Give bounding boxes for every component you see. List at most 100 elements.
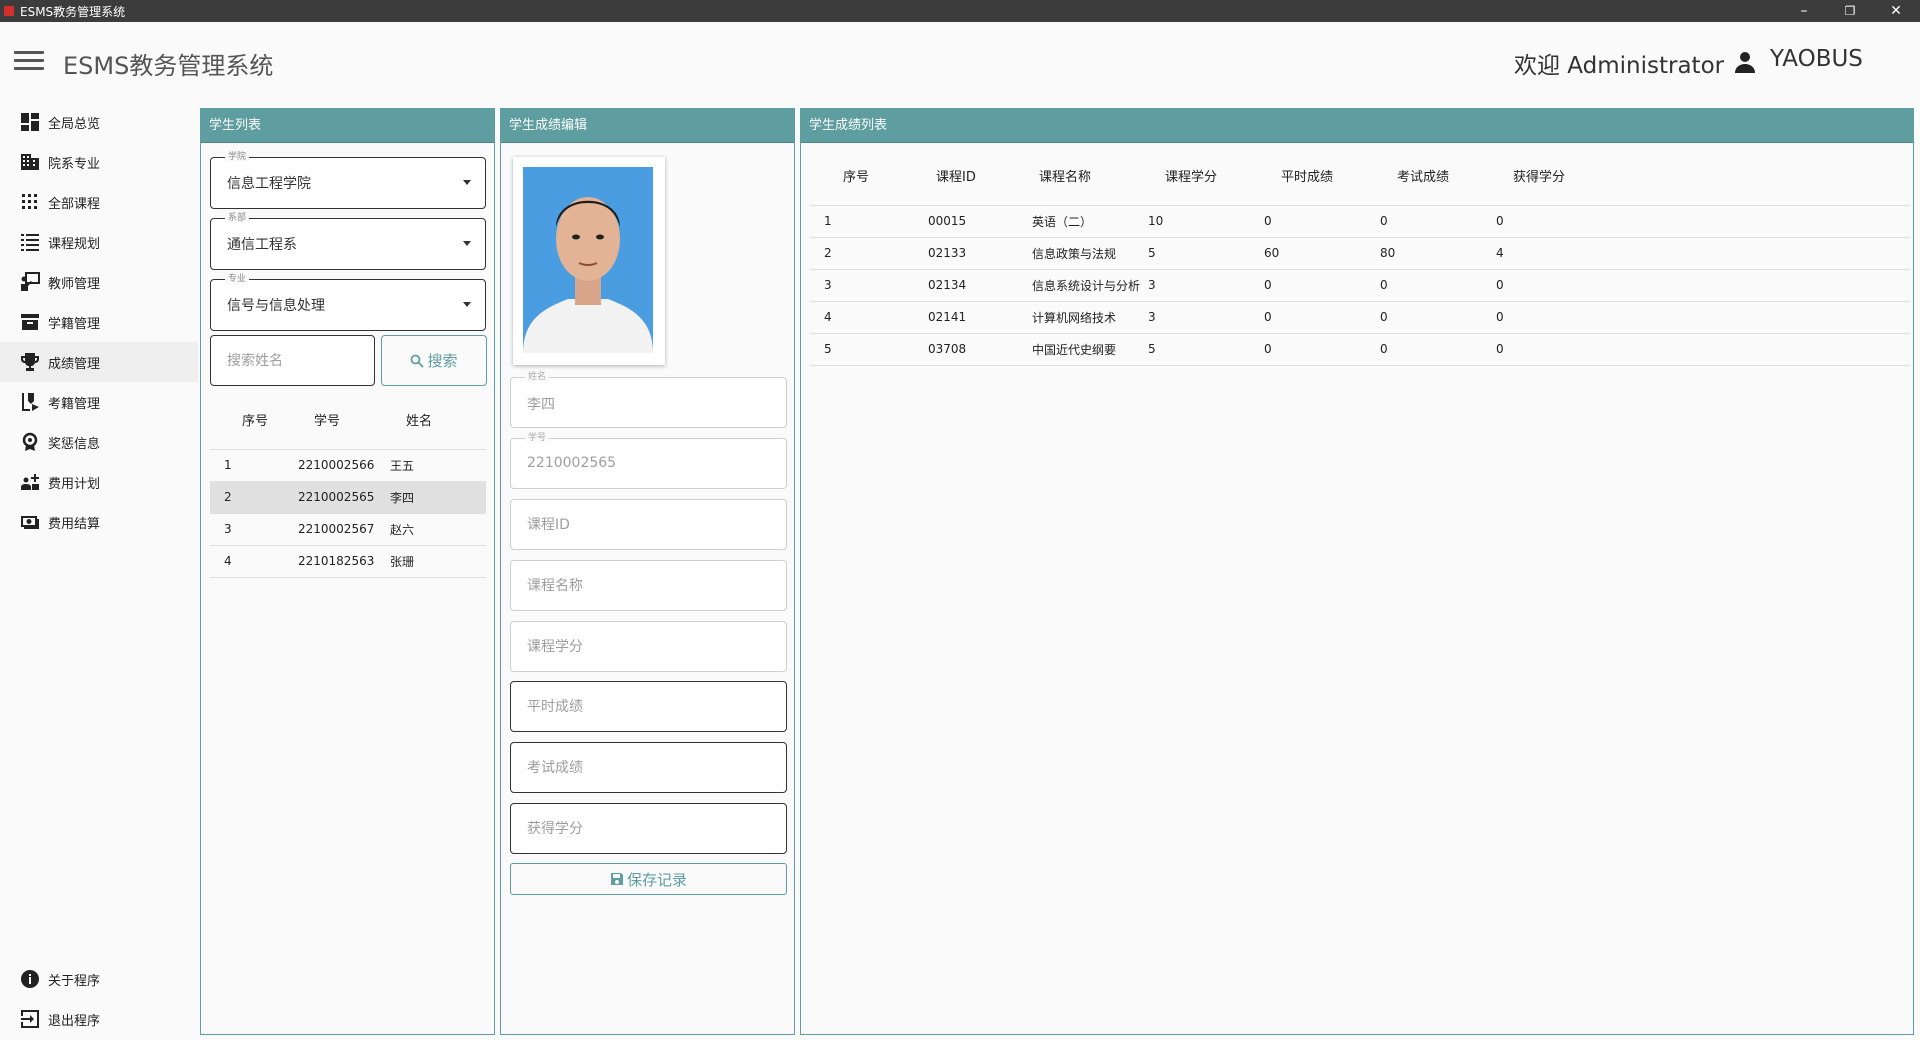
exit-icon xyxy=(19,1008,41,1030)
save-record-button[interactable]: 保存记录 xyxy=(510,863,787,895)
caret-down-icon xyxy=(463,180,471,185)
department-select[interactable]: 系部 通信工程系 xyxy=(210,213,486,270)
field-legend: 学号 xyxy=(525,433,550,443)
cell-student-id: 2210002565 xyxy=(284,481,384,514)
table-row[interactable]: 2 02133 信息政策与法规 5 60 80 4 xyxy=(810,237,1910,270)
cell-index: 4 xyxy=(210,545,284,578)
sidebar-item-label: 关于程序 xyxy=(48,973,101,989)
select-value: 通信工程系 xyxy=(227,237,297,253)
close-button[interactable]: ✕ xyxy=(1873,0,1919,22)
sidebar-item-scores[interactable]: 成绩管理 xyxy=(0,342,198,382)
welcome-text: 欢迎 Administrator xyxy=(1514,53,1725,79)
sidebar-item-departments[interactable]: 院系专业 xyxy=(0,142,198,182)
sidebar-item-exams[interactable]: 考籍管理 xyxy=(0,382,198,422)
student-list-panel: 学生列表 学院 信息工程学院 系部 通信工程系 专业 信号与信息处理 搜索 序号… xyxy=(200,108,495,1035)
award-icon xyxy=(19,431,41,453)
table-row[interactable]: 2 2210002565 李四 xyxy=(210,481,486,514)
score-list-panel: 学生成绩列表 序号 课程ID 课程名称 课程学分 平时成绩 考试成绩 获得学分 … xyxy=(800,108,1914,1035)
cash-icon xyxy=(19,511,41,533)
student-photo-frame xyxy=(513,157,665,365)
major-select[interactable]: 专业 信号与信息处理 xyxy=(210,274,486,331)
cell-course-id: 02134 xyxy=(914,269,1018,302)
sidebar-item-label: 课程规划 xyxy=(48,236,101,252)
earned-credit-field[interactable] xyxy=(510,803,787,854)
search-button[interactable]: 搜索 xyxy=(381,335,487,386)
cell-student-id: 2210002566 xyxy=(284,449,384,482)
list-icon xyxy=(19,231,41,253)
column-header: 获得学分 xyxy=(1494,147,1910,206)
search-name-field[interactable] xyxy=(210,335,375,386)
cell-index: 2 xyxy=(810,237,914,270)
column-header: 序号 xyxy=(810,147,914,206)
panel-title: 学生成绩编辑 xyxy=(501,109,794,143)
table-row[interactable]: 4 02141 计算机网络技术 3 0 0 0 xyxy=(810,301,1910,334)
sidebar-item-label: 考籍管理 xyxy=(48,396,101,412)
field-legend: 专业 xyxy=(225,274,250,284)
sidebar-item-courses[interactable]: 全部课程 xyxy=(0,182,198,222)
person-icon[interactable] xyxy=(1733,50,1757,74)
sidebar-item-registry[interactable]: 学籍管理 xyxy=(0,302,198,342)
cell-student-id: 2210002567 xyxy=(284,513,384,546)
course-id-field xyxy=(510,499,787,550)
field-value: 李四 xyxy=(527,397,555,413)
search-input[interactable] xyxy=(211,336,374,385)
student-table: 序号 学号 姓名 1 2210002566 王五 2 2210002565 李四… xyxy=(210,391,486,578)
caret-down-icon xyxy=(463,302,471,307)
column-header: 序号 xyxy=(210,391,284,450)
user-name[interactable]: YAOBUS xyxy=(1770,46,1863,72)
college-select[interactable]: 学院 信息工程学院 xyxy=(210,152,486,209)
usual-score-input[interactable] xyxy=(511,682,786,731)
cell-course-credit: 5 xyxy=(1146,237,1262,270)
sidebar-item-fee-plan[interactable]: 费用计划 xyxy=(0,462,198,502)
cell-course-credit: 3 xyxy=(1146,269,1262,302)
sidebar-item-label: 成绩管理 xyxy=(48,356,101,372)
sidebar-item-about[interactable]: 关于程序 xyxy=(0,959,198,999)
cell-course-name: 计算机网络技术 xyxy=(1018,301,1146,334)
cell-name: 赵六 xyxy=(384,513,486,546)
exam-score-field[interactable] xyxy=(510,742,787,793)
table-row[interactable]: 4 2210182563 张珊 xyxy=(210,545,486,578)
sidebar-item-fee-settlement[interactable]: 费用结算 xyxy=(0,502,198,542)
cell-earned-credit: 4 xyxy=(1494,237,1910,270)
cell-usual-score: 0 xyxy=(1262,301,1378,334)
table-row[interactable]: 1 00015 英语（二） 10 0 0 0 xyxy=(810,205,1910,238)
sidebar-item-course-plan[interactable]: 课程规划 xyxy=(0,222,198,262)
usual-score-field[interactable] xyxy=(510,681,787,732)
field-value: 2210002565 xyxy=(527,455,617,471)
sidebar-item-teachers[interactable]: 教师管理 xyxy=(0,262,198,302)
restore-button[interactable]: ❐ xyxy=(1827,0,1873,22)
panel-title: 学生成绩列表 xyxy=(801,109,1913,143)
field-legend: 学院 xyxy=(225,152,250,162)
course-id-input xyxy=(511,500,786,549)
table-row[interactable]: 3 2210002567 赵六 xyxy=(210,513,486,546)
column-header: 课程名称 xyxy=(1018,147,1146,206)
sidebar-item-rewards[interactable]: 奖惩信息 xyxy=(0,422,198,462)
table-row[interactable]: 1 2210002566 王五 xyxy=(210,449,486,482)
sidebar-item-exit[interactable]: 退出程序 xyxy=(0,999,198,1039)
cell-index: 1 xyxy=(210,449,284,482)
table-row[interactable]: 5 03708 中国近代史纲要 5 0 0 0 xyxy=(810,333,1910,366)
cell-usual-score: 60 xyxy=(1262,237,1378,270)
search-icon xyxy=(411,354,425,368)
cell-name: 王五 xyxy=(384,449,486,482)
cell-course-name: 信息政策与法规 xyxy=(1018,237,1146,270)
earned-credit-input[interactable] xyxy=(511,804,786,853)
teacher-icon xyxy=(19,271,41,293)
building-icon xyxy=(19,151,41,173)
cell-index: 2 xyxy=(210,481,284,514)
sidebar-item-label: 教师管理 xyxy=(48,276,101,292)
column-header: 课程ID xyxy=(914,147,1018,206)
sidebar-item-overview[interactable]: 全局总览 xyxy=(0,102,198,142)
cell-exam-score: 0 xyxy=(1378,301,1494,334)
cell-earned-credit: 0 xyxy=(1494,269,1910,302)
student-name-field: 姓名 李四 xyxy=(510,372,787,428)
table-row[interactable]: 3 02134 信息系统设计与分析 3 0 0 0 xyxy=(810,269,1910,302)
field-legend: 姓名 xyxy=(525,372,550,382)
exam-score-input[interactable] xyxy=(511,743,786,792)
cell-course-id: 00015 xyxy=(914,205,1018,238)
menu-toggle-icon[interactable] xyxy=(14,51,44,73)
minimize-button[interactable]: – xyxy=(1781,0,1827,22)
window-title: ESMS教务管理系统 xyxy=(20,4,126,19)
cell-course-id: 02141 xyxy=(914,301,1018,334)
cell-index: 5 xyxy=(810,333,914,366)
